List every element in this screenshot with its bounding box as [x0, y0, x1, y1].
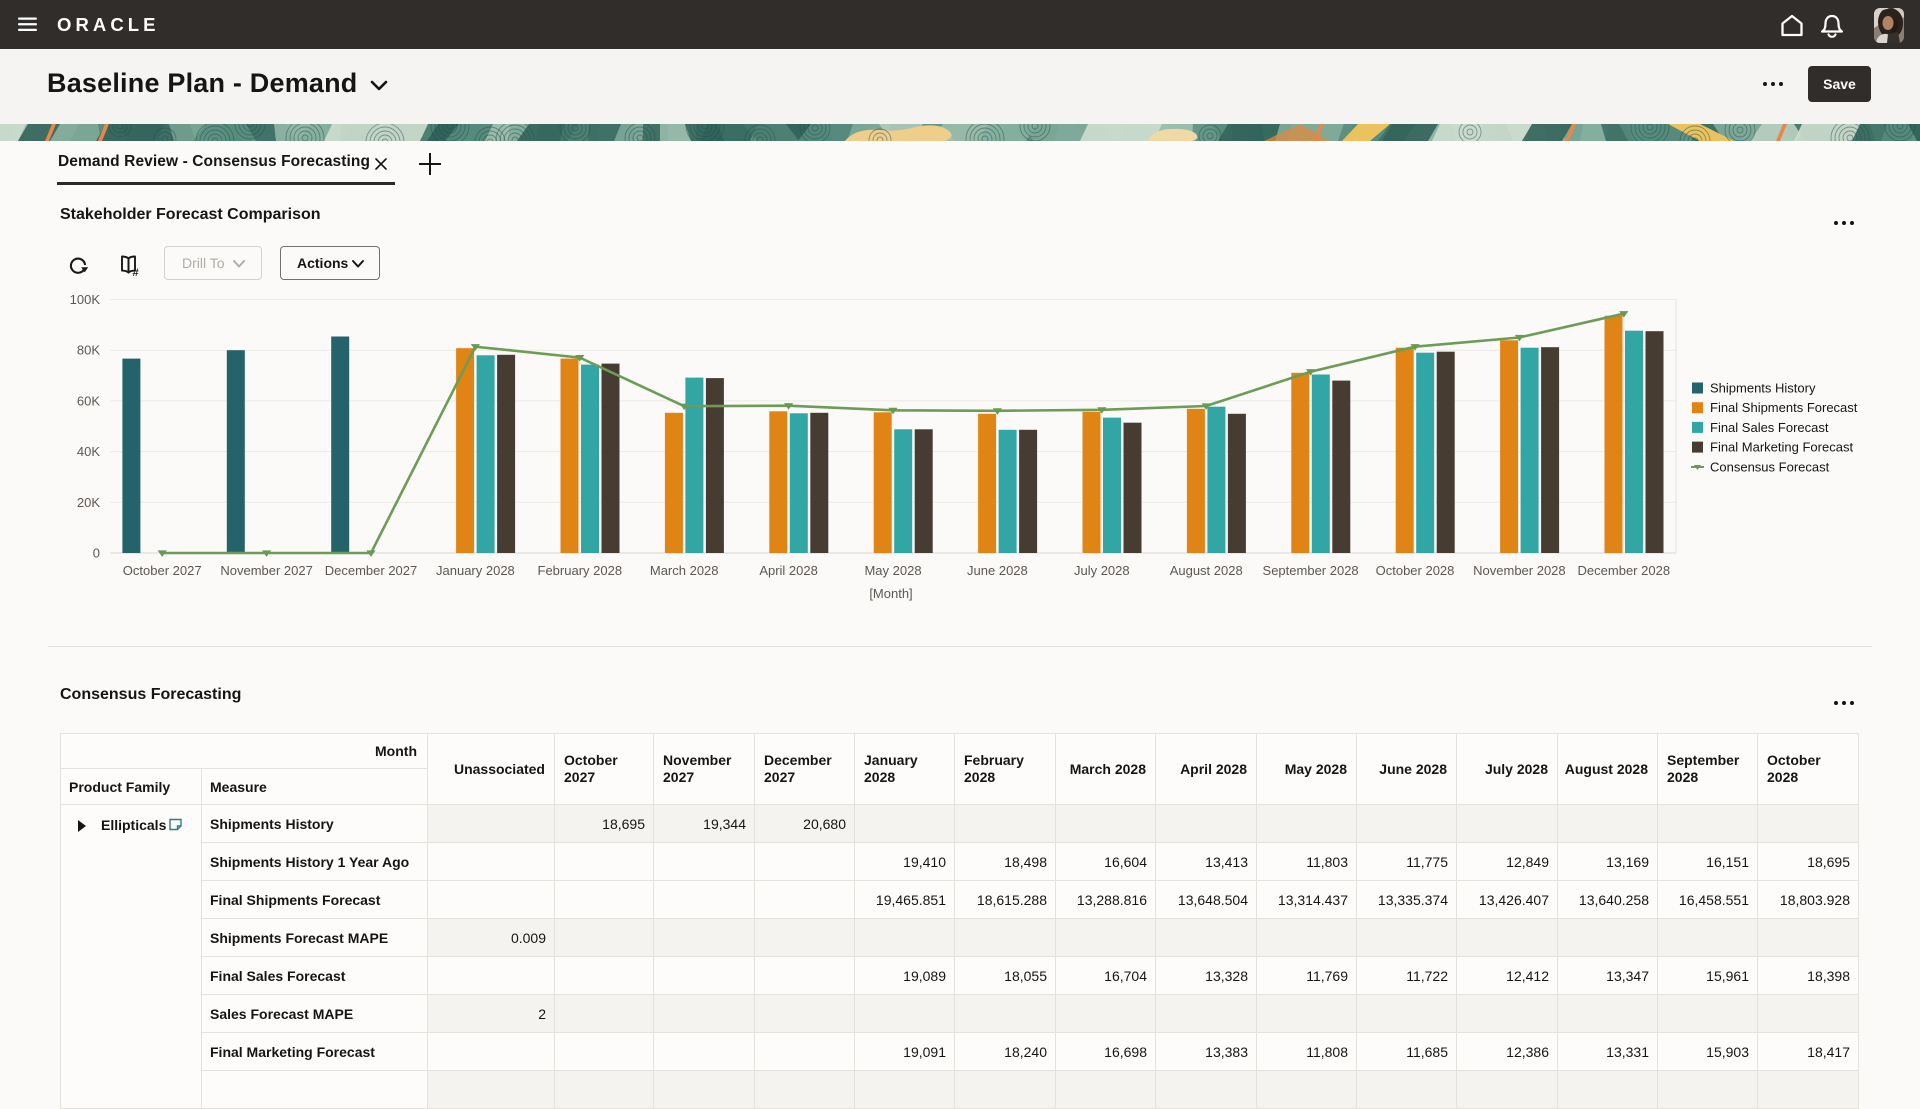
- svg-text:April 2028: April 2028: [759, 563, 818, 578]
- svg-text:40K: 40K: [77, 444, 100, 459]
- svg-text:October 2028: October 2028: [1376, 563, 1455, 578]
- svg-text:20K: 20K: [77, 495, 100, 510]
- svg-text:December 2027: December 2027: [325, 563, 418, 578]
- svg-text:March 2028: March 2028: [650, 563, 719, 578]
- svg-text:November 2028: November 2028: [1473, 563, 1566, 578]
- svg-text:October 2027: October 2027: [123, 563, 202, 578]
- svg-text:[Month]: [Month]: [869, 586, 912, 601]
- svg-text:ORACLE: ORACLE: [57, 14, 158, 35]
- svg-text:80K: 80K: [77, 343, 100, 358]
- svg-text:Consensus Forecast: Consensus Forecast: [1710, 460, 1830, 475]
- svg-text:September 2028: September 2028: [1263, 563, 1359, 578]
- svg-text:Shipments History: Shipments History: [1710, 381, 1816, 396]
- svg-text:0: 0: [93, 546, 100, 561]
- svg-text:February 2028: February 2028: [538, 563, 623, 578]
- svg-text:100K: 100K: [70, 292, 101, 307]
- svg-text:Final Shipments Forecast: Final Shipments Forecast: [1710, 400, 1858, 415]
- svg-text:May 2028: May 2028: [864, 563, 921, 578]
- svg-text:July 2028: July 2028: [1074, 563, 1130, 578]
- svg-text:January 2028: January 2028: [436, 563, 515, 578]
- svg-text:#: #: [133, 267, 139, 277]
- svg-text:Final Marketing Forecast: Final Marketing Forecast: [1710, 440, 1853, 455]
- svg-text:December 2028: December 2028: [1578, 563, 1671, 578]
- svg-text:Final Sales Forecast: Final Sales Forecast: [1710, 420, 1829, 435]
- svg-text:60K: 60K: [77, 393, 100, 408]
- svg-text:August 2028: August 2028: [1170, 563, 1243, 578]
- svg-text:November 2027: November 2027: [220, 563, 313, 578]
- svg-text:June 2028: June 2028: [967, 563, 1028, 578]
